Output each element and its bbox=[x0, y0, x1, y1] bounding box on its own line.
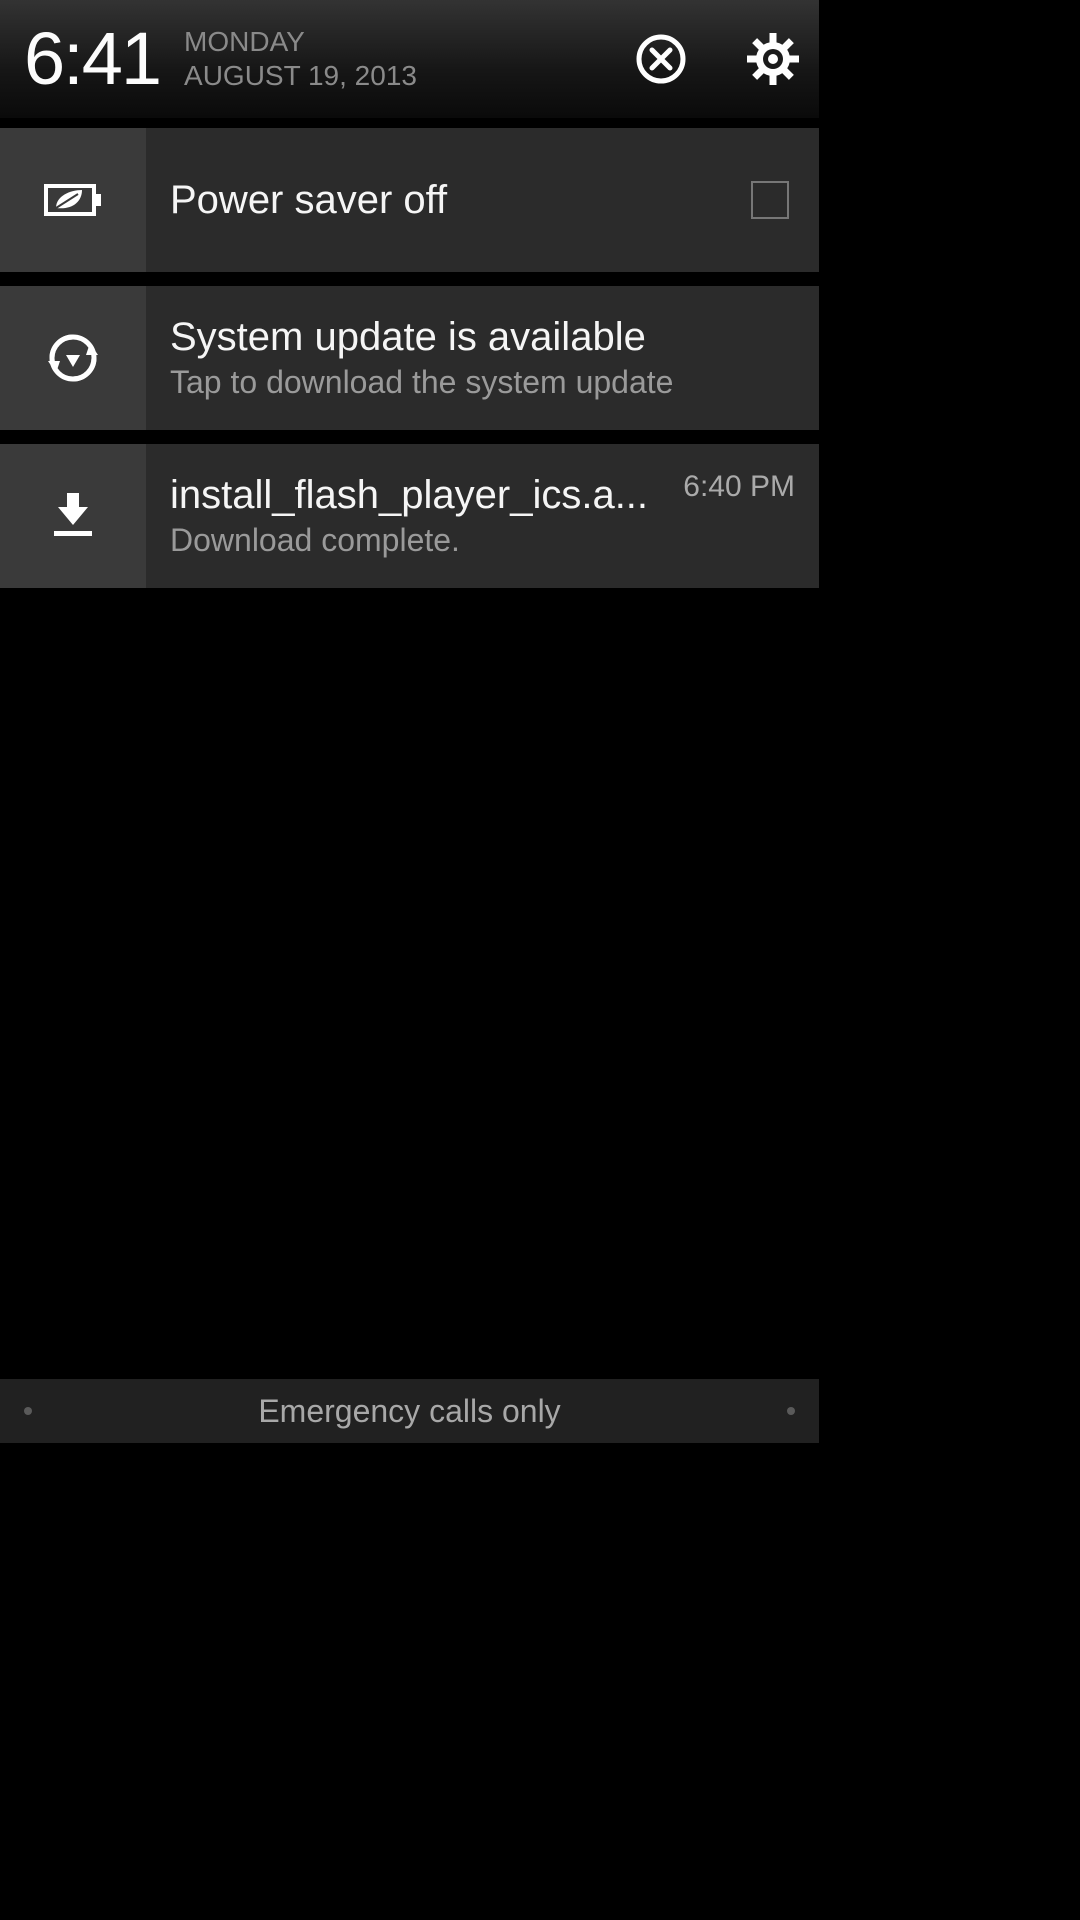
gear-icon bbox=[747, 33, 799, 85]
download-time: 6:40 PM bbox=[683, 470, 795, 504]
clock-time[interactable]: 6:41 bbox=[24, 22, 160, 96]
update-refresh-icon bbox=[46, 331, 100, 385]
system-update-title: System update is available bbox=[170, 315, 795, 360]
battery-leaf-icon bbox=[42, 180, 104, 220]
day-label: MONDAY bbox=[184, 25, 417, 59]
system-update-body: System update is available Tap to downlo… bbox=[146, 286, 819, 430]
carrier-status: Emergency calls only bbox=[258, 1393, 560, 1430]
download-icon-cell bbox=[0, 444, 146, 588]
download-body: install_flash_player_ics.a... Download c… bbox=[146, 444, 819, 588]
footer-dot-right bbox=[787, 1407, 795, 1415]
download-notification[interactable]: install_flash_player_ics.a... Download c… bbox=[0, 444, 819, 590]
download-text: install_flash_player_ics.a... Download c… bbox=[170, 473, 667, 559]
download-icon bbox=[46, 489, 100, 543]
system-update-subtitle: Tap to download the system update bbox=[170, 364, 795, 401]
download-title: install_flash_player_ics.a... bbox=[170, 473, 667, 518]
power-saver-body: Power saver off bbox=[146, 128, 819, 272]
power-saver-checkbox[interactable] bbox=[751, 181, 789, 219]
date-label: AUGUST 19, 2013 bbox=[184, 59, 417, 93]
power-saver-label: Power saver off bbox=[170, 178, 739, 223]
power-saver-icon-cell bbox=[0, 128, 146, 272]
power-saver-text: Power saver off bbox=[170, 178, 739, 223]
notifications-list: Power saver off System update is availab… bbox=[0, 128, 819, 590]
system-update-notification[interactable]: System update is available Tap to downlo… bbox=[0, 286, 819, 432]
carrier-footer: Emergency calls only bbox=[0, 1379, 819, 1443]
system-update-text: System update is available Tap to downlo… bbox=[170, 315, 795, 401]
clear-all-button[interactable] bbox=[635, 33, 687, 85]
footer-dot-left bbox=[24, 1407, 32, 1415]
header-actions bbox=[635, 33, 799, 85]
system-update-icon-cell bbox=[0, 286, 146, 430]
close-circle-icon bbox=[635, 33, 687, 85]
power-saver-toggle-row[interactable]: Power saver off bbox=[0, 128, 819, 274]
date-block[interactable]: MONDAY AUGUST 19, 2013 bbox=[184, 25, 417, 92]
notification-header: 6:41 MONDAY AUGUST 19, 2013 bbox=[0, 0, 819, 120]
settings-button[interactable] bbox=[747, 33, 799, 85]
download-subtitle: Download complete. bbox=[170, 522, 667, 559]
